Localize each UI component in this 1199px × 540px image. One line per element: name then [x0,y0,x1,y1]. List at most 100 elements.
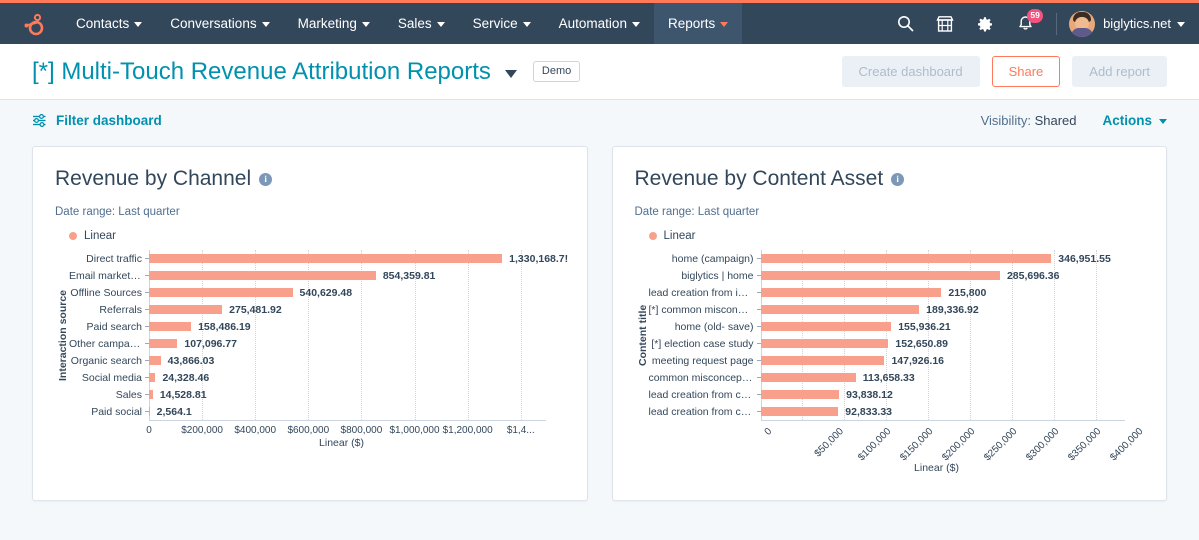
nav-item-label: Automation [559,16,627,31]
bar[interactable] [761,373,856,382]
bar[interactable] [149,356,161,365]
filter-bar: Filter dashboard Visibility: Shared Acti… [0,100,1199,140]
bar[interactable] [761,356,885,365]
card-title-text: Revenue by Channel [55,167,251,191]
bar-and-value: 43,866.03 [149,352,565,369]
chart-bar-row: home (campaign)346,951.55 [649,250,1145,267]
x-axis: 0$50,000$100,000$150,000$200,000$250,000… [761,420,1125,460]
nav-item-conversations[interactable]: Conversations [156,3,283,44]
chart-legend[interactable]: Linear [649,230,1145,242]
bar-and-value: 155,936.21 [761,318,1145,335]
nav-item-contacts[interactable]: Contacts [62,3,156,44]
legend-color-swatch [69,232,77,240]
nav-item-automation[interactable]: Automation [545,3,654,44]
bar-value-label: 540,629.48 [300,287,353,299]
bar-and-value: 93,838.12 [761,386,1145,403]
nav-item-label: Marketing [298,16,357,31]
axis-tick [145,275,149,276]
top-navbar: Contacts Conversations Marketing Sales S… [0,0,1199,44]
bar[interactable] [149,254,502,263]
axis-tick [145,343,149,344]
add-report-button[interactable]: Add report [1072,56,1167,87]
category-label: lead creation from impor… [649,287,761,299]
category-label: Referrals [69,304,149,316]
chart-bar-row: Referrals275,481.92 [69,301,565,318]
notifications-bell-icon[interactable]: 59 [1006,2,1044,46]
x-axis-tick-label: $600,000 [287,425,329,436]
x-axis-title: Linear ($) [761,462,1113,474]
nav-item-service[interactable]: Service [459,3,545,44]
x-axis-tick-label: $400,000 [234,425,276,436]
actions-menu-button[interactable]: Actions [1102,113,1167,128]
filter-dashboard-button[interactable]: Filter dashboard [32,113,162,128]
x-axis-tick-label: $100,000 [857,426,894,463]
bar[interactable] [149,390,153,399]
gear-icon[interactable] [966,2,1004,46]
dashboard-selector-chevron-down-icon[interactable] [505,70,517,78]
filter-dashboard-label: Filter dashboard [56,113,162,128]
bar-value-label: 1,330,168.7! [509,253,568,265]
axis-tick [757,309,761,310]
nav-item-sales[interactable]: Sales [384,3,459,44]
nav-items: Contacts Conversations Marketing Sales S… [62,3,742,44]
bar-and-value: 189,336.92 [761,301,1145,318]
bar[interactable] [149,305,222,314]
bar[interactable] [761,339,889,348]
x-axis-tick-label: $400,000 [1108,426,1145,463]
chart-bar-row: lead creation from conve…93,838.12 [649,386,1145,403]
axis-tick [145,292,149,293]
axis-tick [757,394,761,395]
bar[interactable] [149,407,150,416]
chevron-down-icon [632,22,640,27]
category-label: Paid search [69,321,149,333]
chart-bar-row: Organic search43,866.03 [69,352,565,369]
x-axis-title: Linear ($) [149,437,534,449]
bar[interactable] [761,271,1000,280]
nav-item-reports[interactable]: Reports [654,3,742,44]
hubspot-logo[interactable] [0,3,62,44]
bar-and-value: 346,951.55 [761,250,1145,267]
page-header: [*] Multi-Touch Revenue Attribution Repo… [0,44,1199,100]
chart-bar-row: [*] election case study152,650.89 [649,335,1145,352]
bar[interactable] [149,373,155,382]
legend-color-swatch [649,232,657,240]
axis-tick [145,411,149,412]
chevron-down-icon [262,22,270,27]
bar-value-label: 147,926.16 [891,355,944,367]
bar[interactable] [761,288,942,297]
chart-bar-row: Email marketing854,359.81 [69,267,565,284]
nav-item-label: Conversations [170,16,256,31]
category-label: Offline Sources [69,287,149,299]
bar[interactable] [149,339,177,348]
bar[interactable] [761,254,1052,263]
bar[interactable] [761,322,892,331]
chart-legend[interactable]: Linear [69,230,565,242]
bar[interactable] [149,271,376,280]
bar[interactable] [761,390,840,399]
bar[interactable] [149,322,191,331]
account-menu[interactable]: biglytics.net [1069,11,1185,37]
bar-and-value: 2,564.1 [149,403,565,420]
bar[interactable] [761,407,839,416]
nav-item-label: Sales [398,16,432,31]
bar-value-label: 285,696.36 [1007,270,1060,282]
card-title: Revenue by Channel i [55,167,565,191]
bar[interactable] [761,305,920,314]
category-label: Social media [69,372,149,384]
legend-label: Linear [84,230,116,242]
marketplace-icon[interactable] [926,2,964,46]
bar-and-value: 152,650.89 [761,335,1145,352]
info-icon[interactable]: i [891,173,904,186]
chart-bar-row: Social media24,328.46 [69,369,565,386]
nav-item-marketing[interactable]: Marketing [284,3,384,44]
bar-value-label: 92,833.33 [845,406,892,418]
filter-bar-right: Visibility: Shared Actions [981,113,1167,128]
chart-bar-row: Direct traffic1,330,168.7! [69,250,565,267]
search-icon[interactable] [886,2,924,46]
demo-badge: Demo [533,61,580,82]
bar-value-label: 113,658.33 [863,372,915,384]
create-dashboard-button[interactable]: Create dashboard [842,56,980,87]
bar[interactable] [149,288,293,297]
share-button[interactable]: Share [992,56,1061,87]
info-icon[interactable]: i [259,173,272,186]
